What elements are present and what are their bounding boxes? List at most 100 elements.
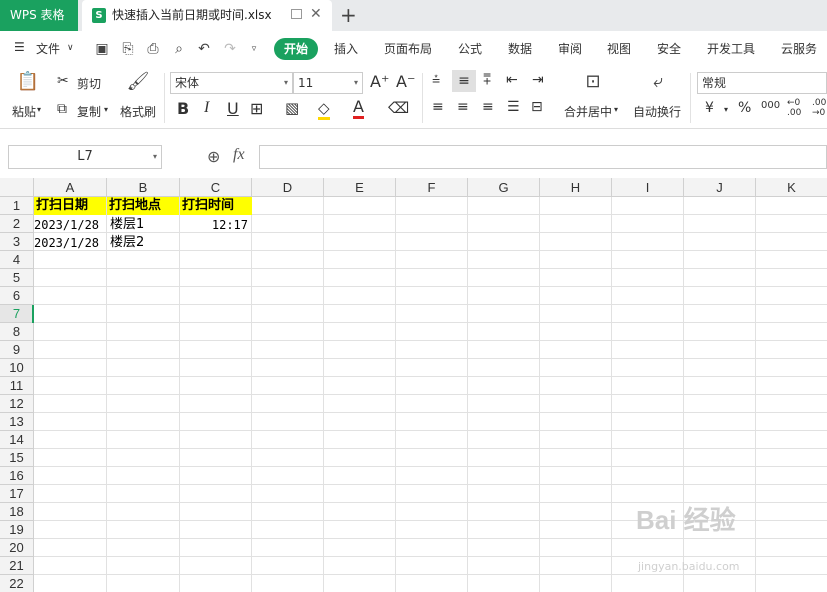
scissors-icon[interactable]: ✂: [57, 73, 69, 89]
column-header-a[interactable]: A: [34, 178, 107, 197]
export-icon[interactable]: ⎘: [120, 41, 136, 57]
column-header-g[interactable]: G: [468, 178, 540, 197]
menu-tab-review[interactable]: 审阅: [558, 40, 582, 57]
bold-icon[interactable]: B: [177, 99, 189, 118]
file-tab[interactable]: S 快速插入当前日期或时间.xlsx ✕: [82, 0, 332, 31]
file-menu[interactable]: 文件: [36, 40, 60, 57]
cell-A1[interactable]: 打扫日期: [34, 197, 106, 215]
percent-button[interactable]: %: [738, 100, 751, 116]
menu-tab-page-layout[interactable]: 页面布局: [384, 40, 432, 57]
function-icon[interactable]: fx: [233, 146, 245, 164]
redo-icon[interactable]: ↷: [222, 41, 238, 57]
undo-icon[interactable]: ↶: [196, 41, 212, 57]
row-header-19[interactable]: 19: [0, 521, 34, 539]
increase-indent-icon[interactable]: ⇥: [532, 72, 544, 88]
row-header-14[interactable]: 14: [0, 431, 34, 449]
print-preview-icon[interactable]: ⌕: [171, 41, 187, 57]
cell-C2[interactable]: 12:17: [180, 216, 248, 234]
justify-icon[interactable]: ☰: [507, 99, 520, 115]
cut-button[interactable]: 剪切: [77, 75, 101, 92]
align-right-icon[interactable]: ≡: [482, 99, 494, 115]
font-color-icon[interactable]: A: [353, 97, 364, 119]
format-painter-button[interactable]: 格式刷: [120, 103, 156, 120]
row-header-5[interactable]: 5: [0, 269, 34, 287]
zoom-formula-icon[interactable]: ⊕: [207, 147, 220, 166]
menu-tab-developer[interactable]: 开发工具: [707, 40, 755, 57]
row-header-20[interactable]: 20: [0, 539, 34, 557]
chevron-down-icon[interactable]: ∨: [67, 43, 74, 53]
row-header-1[interactable]: 1: [0, 197, 34, 215]
wps-app-tab[interactable]: WPS 表格: [0, 0, 78, 31]
copy-button[interactable]: 复制: [77, 103, 101, 120]
eraser-icon[interactable]: ⌫: [388, 99, 409, 117]
wrap-text-button[interactable]: 自动换行: [633, 103, 681, 120]
row-header-11[interactable]: 11: [0, 377, 34, 395]
cell-C1[interactable]: 打扫时间: [180, 197, 252, 215]
font-size-select[interactable]: 11 ▾: [293, 72, 363, 94]
paste-button[interactable]: 粘贴: [12, 103, 36, 120]
row-header-9[interactable]: 9: [0, 341, 34, 359]
row-header-8[interactable]: 8: [0, 323, 34, 341]
wrap-text-icon[interactable]: ⤶: [645, 71, 671, 92]
row-header-16[interactable]: 16: [0, 467, 34, 485]
quick-access-dropdown-icon[interactable]: ▿: [246, 41, 262, 57]
merge-dropdown-icon[interactable]: ▾: [614, 105, 618, 114]
print-icon[interactable]: ⎙: [145, 41, 161, 57]
row-header-2[interactable]: 2: [0, 215, 34, 233]
row-header-17[interactable]: 17: [0, 485, 34, 503]
new-tab-button[interactable]: +: [340, 3, 357, 27]
row-header-3[interactable]: 3: [0, 233, 34, 251]
align-left-icon[interactable]: ≡: [432, 99, 444, 115]
merge-center-button[interactable]: 合并居中: [564, 103, 612, 120]
menu-tab-home[interactable]: 开始: [274, 38, 318, 60]
underline-icon[interactable]: U: [227, 99, 239, 118]
currency-button[interactable]: ¥: [705, 100, 714, 116]
increase-decimal-icon[interactable]: ←0.00: [787, 98, 801, 118]
column-header-i[interactable]: I: [612, 178, 684, 197]
row-header-7[interactable]: 7: [0, 305, 34, 323]
column-header-b[interactable]: B: [107, 178, 180, 197]
paste-icon[interactable]: 📋: [16, 71, 40, 92]
row-header-21[interactable]: 21: [0, 557, 34, 575]
row-header-15[interactable]: 15: [0, 449, 34, 467]
hamburger-icon[interactable]: ☰: [14, 40, 25, 54]
save-icon[interactable]: ▣: [94, 41, 110, 57]
decrease-decimal-icon[interactable]: .00 →0: [812, 98, 826, 118]
align-top-icon[interactable]: ⩮: [432, 72, 440, 88]
decrease-font-icon[interactable]: A⁻: [396, 72, 415, 91]
select-all-corner[interactable]: [0, 178, 34, 197]
format-painter-icon[interactable]: 🖌: [126, 71, 150, 92]
border-icon[interactable]: ⊞: [250, 99, 263, 118]
decrease-indent-icon[interactable]: ⇤: [506, 72, 518, 88]
column-header-h[interactable]: H: [540, 178, 612, 197]
currency-dropdown-icon[interactable]: ▾: [724, 105, 728, 114]
menu-tab-formulas[interactable]: 公式: [458, 40, 482, 57]
cell-B1[interactable]: 打扫地点: [107, 197, 179, 215]
fill-pattern-icon[interactable]: ▧: [285, 99, 299, 117]
font-name-select[interactable]: 宋体 ▾: [170, 72, 293, 94]
thousands-button[interactable]: 000: [761, 100, 780, 111]
row-header-6[interactable]: 6: [0, 287, 34, 305]
copy-icon[interactable]: ⧉: [57, 101, 67, 117]
cell-A2[interactable]: 2023/1/28: [34, 216, 106, 234]
increase-font-icon[interactable]: A⁺: [370, 72, 389, 91]
menu-tab-view[interactable]: 视图: [607, 40, 631, 57]
merge-center-icon[interactable]: ⊡: [580, 71, 606, 92]
align-bottom-icon[interactable]: ⩱: [483, 72, 491, 88]
pin-tab-icon[interactable]: [291, 9, 302, 19]
cell-B2[interactable]: 楼层1: [110, 216, 180, 234]
row-header-22[interactable]: 22: [0, 575, 34, 592]
copy-dropdown-icon[interactable]: ▾: [104, 105, 108, 114]
row-header-18[interactable]: 18: [0, 503, 34, 521]
column-header-k[interactable]: K: [756, 178, 827, 197]
italic-icon[interactable]: I: [204, 99, 209, 117]
cell-A3[interactable]: 2023/1/28: [34, 234, 106, 252]
row-header-13[interactable]: 13: [0, 413, 34, 431]
menu-tab-data[interactable]: 数据: [508, 40, 532, 57]
align-middle-icon[interactable]: ≡: [452, 70, 476, 92]
distributed-icon[interactable]: ⊟: [531, 99, 543, 115]
column-header-c[interactable]: C: [180, 178, 252, 197]
cell-B3[interactable]: 楼层2: [110, 234, 180, 252]
paste-dropdown-icon[interactable]: ▾: [37, 105, 41, 114]
menu-tab-security[interactable]: 安全: [657, 40, 681, 57]
